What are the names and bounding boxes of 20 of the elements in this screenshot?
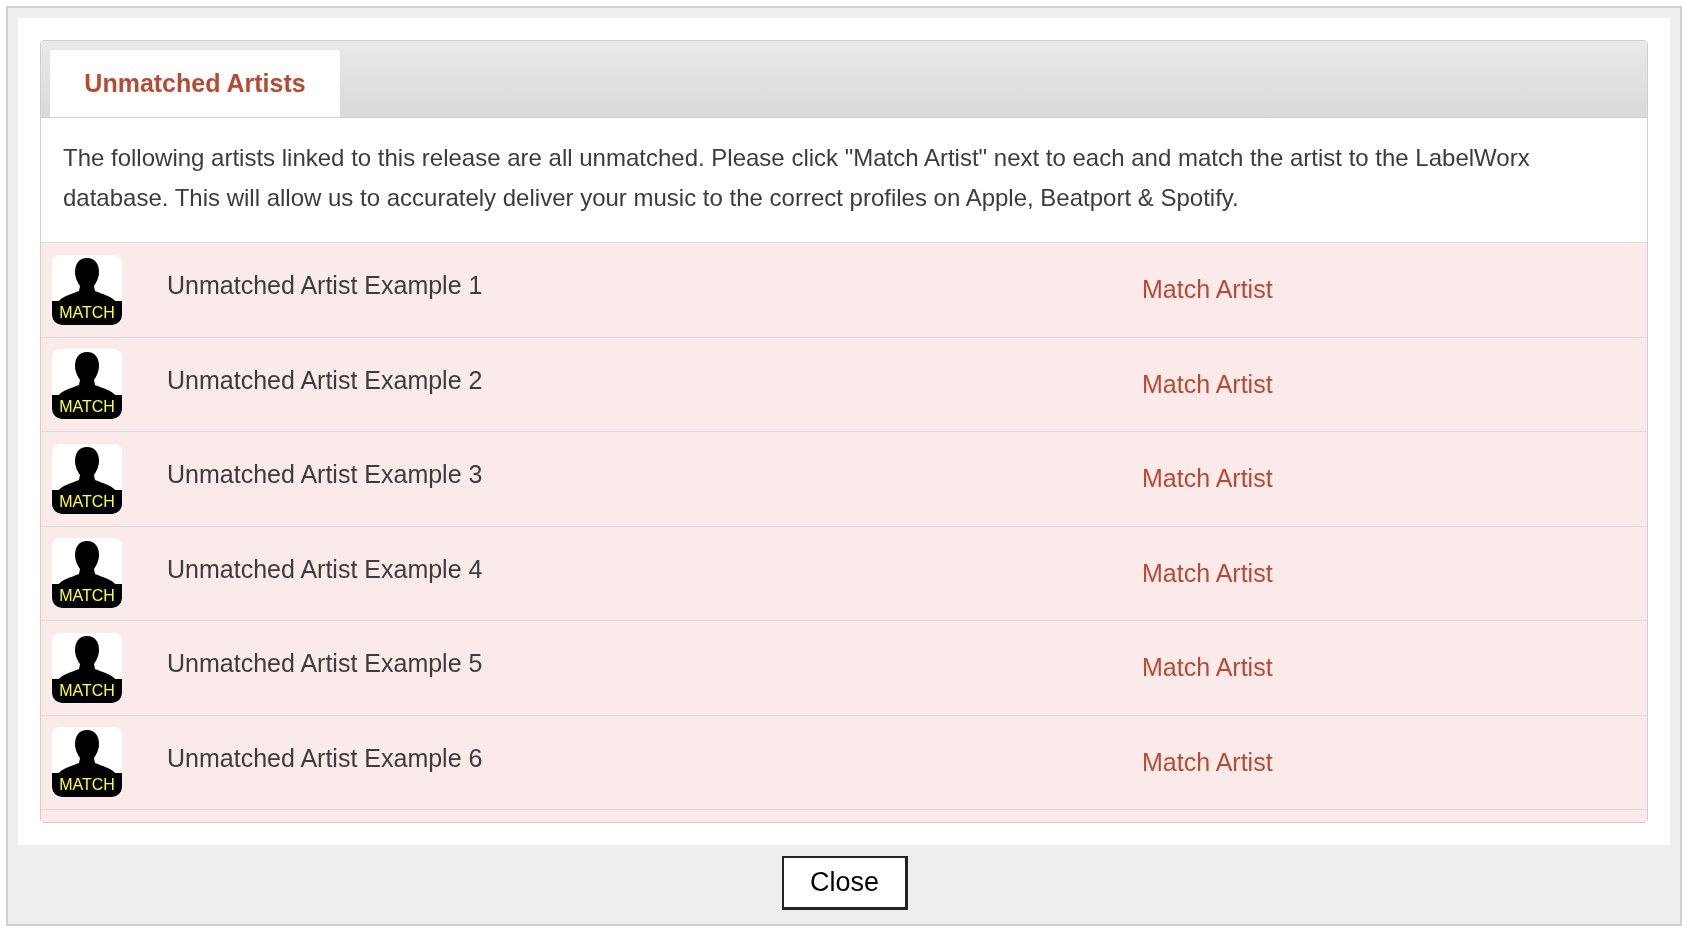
match-badge: MATCH <box>52 773 122 798</box>
match-badge: MATCH <box>52 300 122 325</box>
match-artist-link[interactable]: Match Artist <box>1142 653 1273 683</box>
match-artist-link[interactable]: Match Artist <box>1142 747 1273 777</box>
match-artist-link[interactable]: Match Artist <box>1142 558 1273 588</box>
match-badge: MATCH <box>52 584 122 609</box>
artist-name: Unmatched Artist Example 3 <box>167 460 484 490</box>
artist-name: Unmatched Artist Example 1 <box>167 271 484 301</box>
artist-name: Unmatched Artist Example 5 <box>167 649 484 679</box>
artist-name: Unmatched Artist Example 4 <box>167 554 484 584</box>
match-artist-link[interactable]: Match Artist <box>1142 369 1273 399</box>
artist-name: Unmatched Artist Example 6 <box>167 743 484 773</box>
match-badge: MATCH <box>52 678 122 703</box>
match-badge: MATCH <box>52 489 122 514</box>
artist-name: Unmatched Artist Example 2 <box>167 365 484 395</box>
close-button[interactable]: Close <box>782 855 908 910</box>
tab[interactable]: Unmatched Artists <box>50 50 340 117</box>
match-artist-link[interactable]: Match Artist <box>1142 464 1273 494</box>
match-badge: MATCH <box>52 395 122 420</box>
match-artist-link[interactable]: Match Artist <box>1142 275 1273 305</box>
